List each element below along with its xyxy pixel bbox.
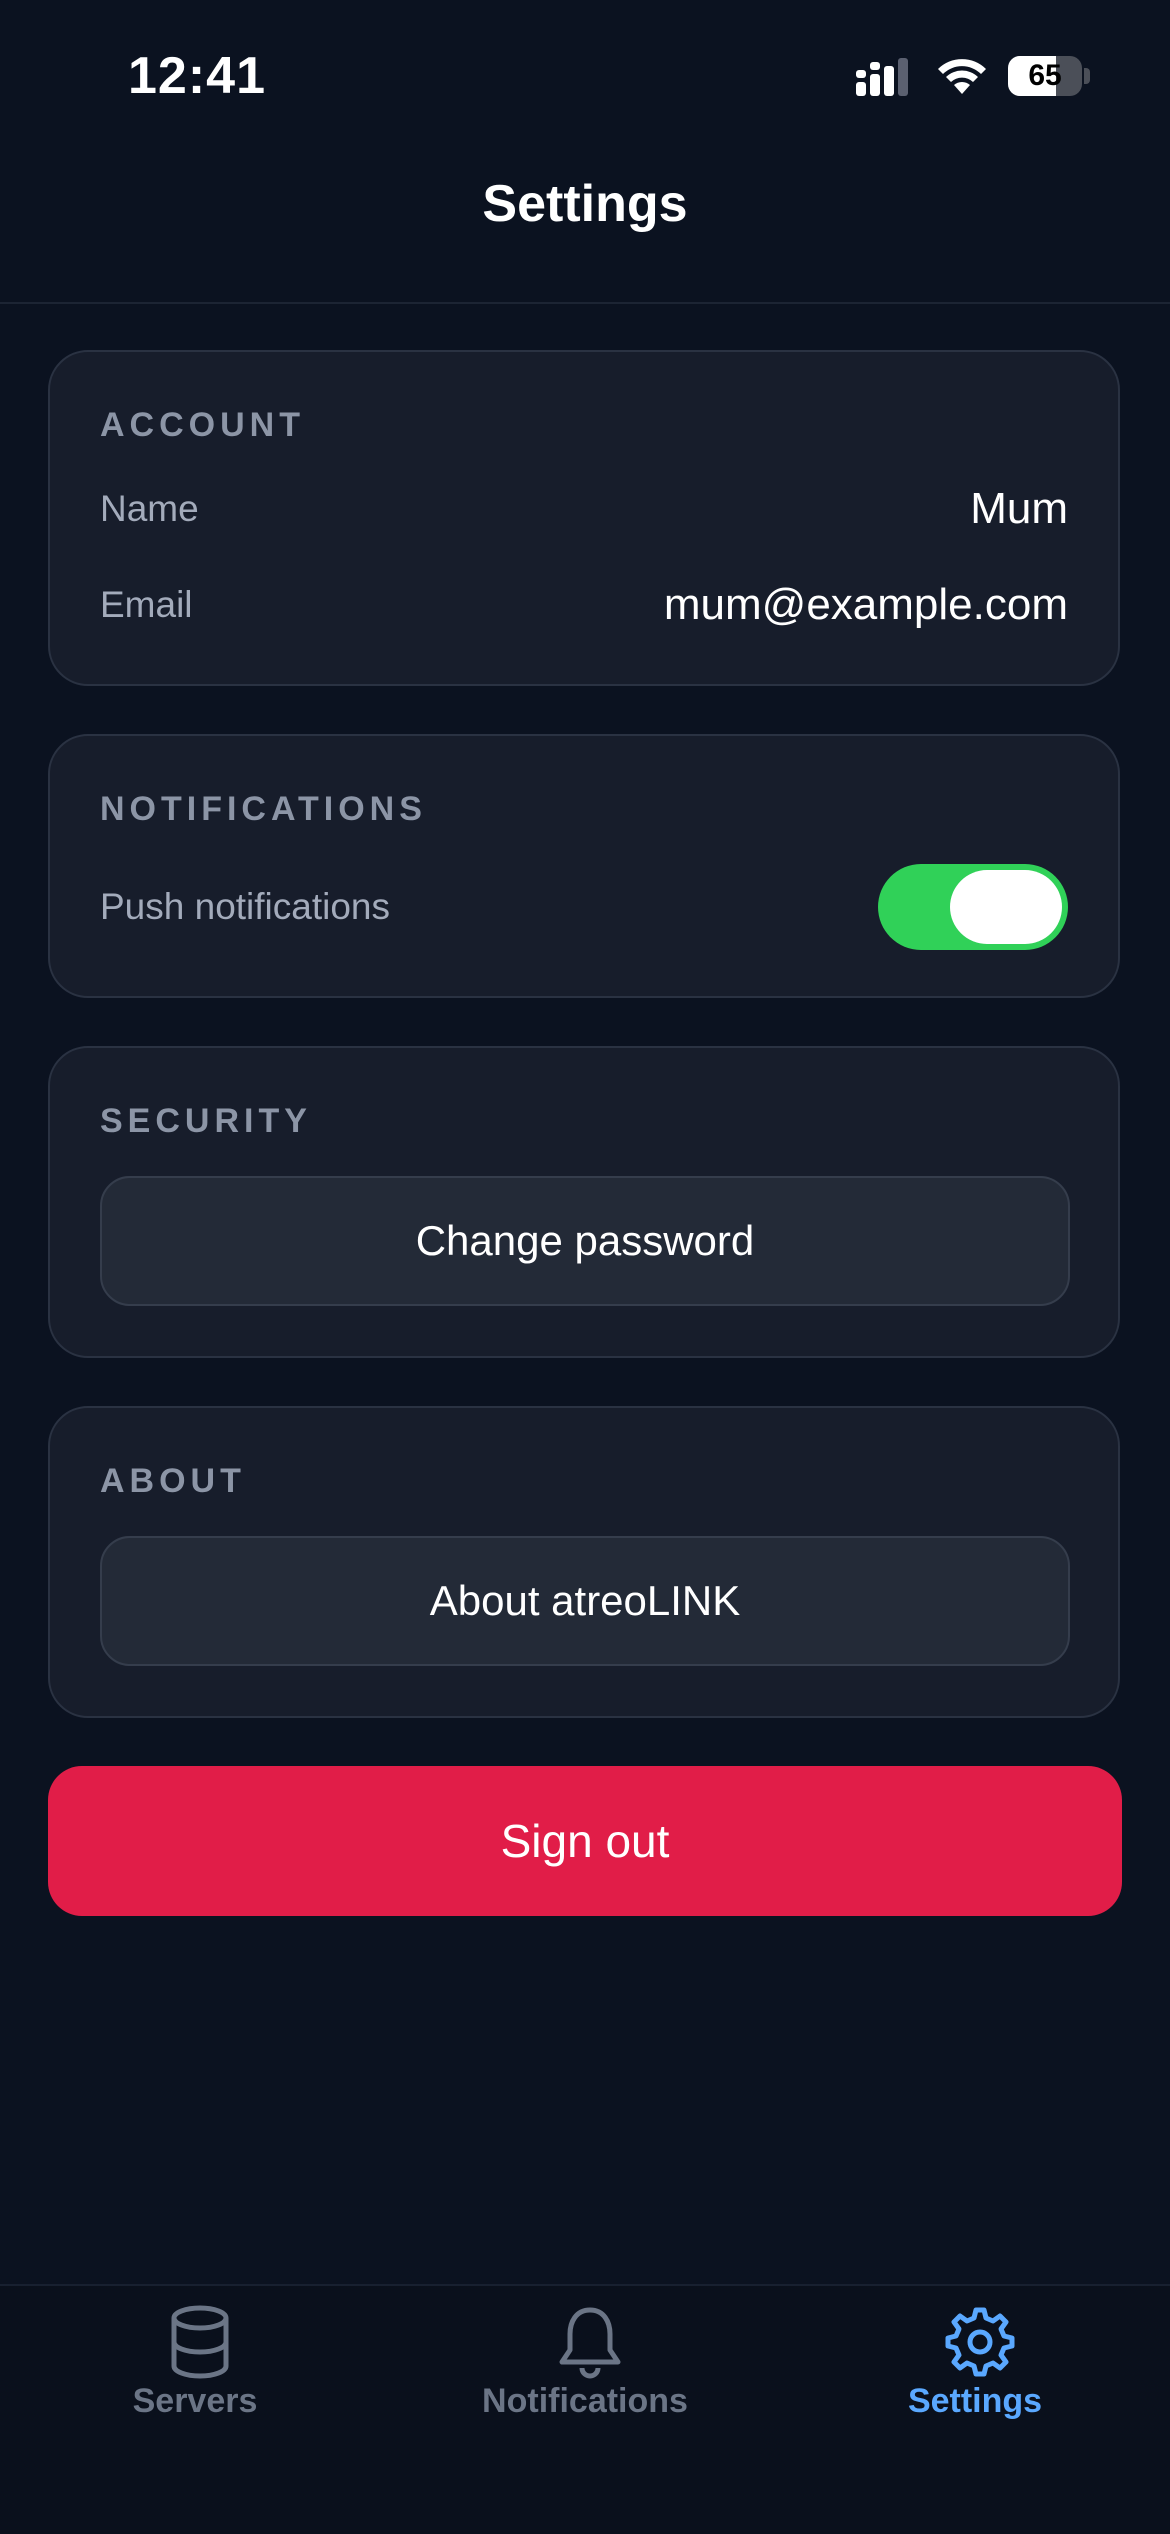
tab-servers[interactable]: Servers — [0, 2286, 390, 2486]
database-icon — [171, 2305, 229, 2379]
sign-out-button[interactable]: Sign out — [48, 1766, 1122, 1916]
account-section-title: ACCOUNT — [100, 406, 305, 444]
status-time: 12:41 — [128, 47, 266, 105]
account-card: ACCOUNT Name Mum Email mum@example.com — [48, 350, 1120, 686]
tab-settings[interactable]: Settings — [780, 2286, 1170, 2486]
cellular-signal-icon — [856, 58, 908, 96]
notifications-section-title: NOTIFICATIONS — [100, 790, 427, 828]
security-section-title: SECURITY — [100, 1102, 312, 1140]
navigation-header: Settings — [0, 150, 1170, 304]
status-bar: 12:41 65 — [0, 0, 1170, 150]
tab-servers-label: Servers — [132, 2382, 258, 2420]
battery-percent: 65 — [1028, 59, 1062, 92]
battery-icon: 65 — [1008, 56, 1090, 98]
notifications-card: NOTIFICATIONS Push notifications — [48, 734, 1120, 998]
wifi-icon — [938, 59, 986, 94]
about-card: ABOUT About atreoLINK — [48, 1406, 1120, 1718]
about-app-button[interactable]: About atreoLINK — [100, 1536, 1070, 1666]
tab-notifications[interactable]: Notifications — [390, 2286, 780, 2486]
name-label: Name — [100, 488, 199, 529]
security-card: SECURITY Change password — [48, 1046, 1120, 1358]
tab-bar: Servers Notifications Settings — [0, 2284, 1170, 2534]
change-password-button[interactable]: Change password — [100, 1176, 1070, 1306]
toggle-knob — [950, 870, 1062, 944]
email-label: Email — [100, 584, 193, 625]
bell-icon — [559, 2307, 621, 2379]
tab-notifications-label: Notifications — [482, 2382, 688, 2420]
page-title: Settings — [482, 175, 688, 233]
email-value: mum@example.com — [663, 580, 1068, 629]
name-value: Mum — [970, 484, 1068, 533]
push-notifications-toggle[interactable] — [878, 864, 1068, 950]
gear-icon — [945, 2307, 1015, 2377]
push-notifications-label: Push notifications — [100, 886, 391, 927]
tab-settings-label: Settings — [907, 2382, 1043, 2420]
about-section-title: ABOUT — [100, 1462, 246, 1500]
